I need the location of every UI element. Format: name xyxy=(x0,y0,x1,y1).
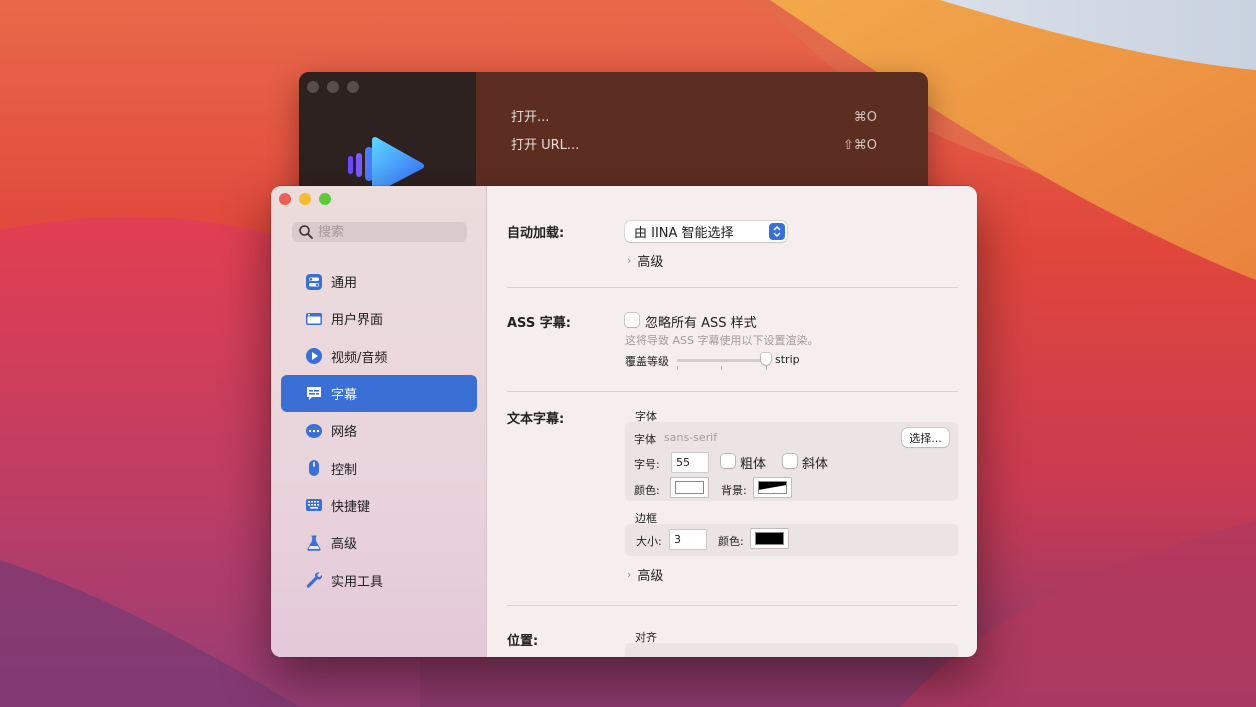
sidebar-item-label: 视频/音频 xyxy=(331,350,388,366)
menu-item-label: 打开 URL... xyxy=(511,138,580,153)
preferences-sidebar: 通用 用户界面 视频/音频 xyxy=(271,186,487,657)
text-subtitles-label: 文本字幕: xyxy=(507,412,565,427)
font-value: sans-serif xyxy=(664,431,718,444)
sidebar-item-subtitles[interactable]: 字幕 xyxy=(281,374,477,413)
border-color-label: 颜色: xyxy=(718,535,744,548)
close-window-button[interactable] xyxy=(307,81,319,93)
sidebar-item-label: 快捷键 xyxy=(331,499,371,515)
sidebar-item-label: 实用工具 xyxy=(331,574,384,590)
sidebar-item-general[interactable]: 通用 xyxy=(281,263,477,300)
mouse-icon xyxy=(309,460,319,477)
color-swatch-transparent-black xyxy=(758,481,787,494)
choose-font-button[interactable]: 选择... xyxy=(902,428,949,447)
zoom-window-button[interactable] xyxy=(347,81,359,93)
search-field[interactable] xyxy=(292,222,467,242)
font-color-well[interactable] xyxy=(671,478,708,497)
slider-tick xyxy=(721,366,722,370)
font-label: 字体 xyxy=(634,433,656,446)
align-group xyxy=(625,643,958,657)
slider-tick xyxy=(677,366,678,370)
font-color-label: 颜色: xyxy=(634,484,660,497)
sidebar-item-ui[interactable]: 用户界面 xyxy=(281,300,477,337)
sidebar-item-video-audio[interactable]: 视频/音频 xyxy=(281,338,477,375)
chevron-right-icon: › xyxy=(627,568,632,581)
background-color-label: 背景: xyxy=(721,484,747,497)
autoload-label: 自动加载: xyxy=(507,226,565,241)
bold-checkbox[interactable] xyxy=(721,454,735,468)
font-size-field[interactable] xyxy=(672,453,708,472)
ass-note: 这将导致 ASS 字幕使用以下设置渲染。 xyxy=(625,334,819,347)
text-advanced-disclosure[interactable]: › 高级 xyxy=(627,565,663,584)
chevron-updown-icon xyxy=(769,223,785,240)
ass-label: ASS 字幕: xyxy=(507,316,571,331)
iina-logo-icon xyxy=(348,137,424,193)
sidebar-item-label: 字幕 xyxy=(331,388,358,404)
slider-tick xyxy=(766,366,767,370)
autoload-select[interactable]: 由 IINA 智能选择 xyxy=(625,221,787,242)
preferences-nav: 通用 用户界面 视频/音频 字幕 网络 控制 快捷键 高级 实用工具 xyxy=(281,263,477,599)
divider xyxy=(507,391,958,392)
sidebar-item-control[interactable]: 控制 xyxy=(281,449,477,486)
toggles-icon xyxy=(306,273,322,290)
menu-item-label: 打开... xyxy=(511,110,550,125)
close-window-button[interactable] xyxy=(279,193,291,205)
disclosure-label: 高级 xyxy=(637,569,664,584)
keyboard-icon xyxy=(306,499,322,512)
captions-icon xyxy=(307,386,321,400)
divider xyxy=(507,287,958,288)
sidebar-item-network[interactable]: 网络 xyxy=(281,412,477,449)
minimize-window-button[interactable] xyxy=(299,193,311,205)
override-level-value: strip xyxy=(775,353,800,366)
override-level-slider[interactable] xyxy=(677,359,767,362)
disclosure-label: 高级 xyxy=(637,255,664,270)
sidebar-item-shortcuts[interactable]: 快捷键 xyxy=(281,487,477,524)
autoload-advanced-disclosure[interactable]: › 高级 xyxy=(627,251,663,270)
preferences-window: 通用 用户界面 视频/音频 xyxy=(271,186,977,657)
sidebar-item-label: 高级 xyxy=(331,537,358,553)
position-label: 位置: xyxy=(507,634,539,649)
sidebar-item-label: 控制 xyxy=(331,462,358,478)
open-url-item[interactable]: 打开 URL... ⇧⌘O xyxy=(511,136,877,164)
window-controls-inactive xyxy=(307,81,359,93)
flask-icon xyxy=(307,535,321,551)
window-icon xyxy=(306,312,322,325)
border-color-well[interactable] xyxy=(751,529,788,548)
font-size-label: 字号: xyxy=(634,458,660,471)
color-swatch-white xyxy=(675,481,704,494)
minimize-window-button[interactable] xyxy=(327,81,339,93)
subtitles-settings-pane: 自动加载: 由 IINA 智能选择 › 高级 ASS 字幕: 忽略所有 ASS … xyxy=(487,186,977,657)
italic-label: 斜体 xyxy=(802,457,829,472)
sidebar-item-label: 用户界面 xyxy=(331,313,384,329)
welcome-menu: 打开... ⌘O 打开 URL... ⇧⌘O xyxy=(511,108,877,164)
open-file-item[interactable]: 打开... ⌘O xyxy=(511,108,877,136)
chevron-right-icon: › xyxy=(627,254,632,267)
ignore-ass-checkbox[interactable] xyxy=(625,313,639,327)
border-size-field[interactable] xyxy=(670,530,706,549)
autoload-value: 由 IINA 智能选择 xyxy=(634,226,734,241)
sidebar-item-label: 通用 xyxy=(331,276,358,292)
ignore-ass-label: 忽略所有 ASS 样式 xyxy=(645,316,757,331)
zoom-window-button[interactable] xyxy=(319,193,331,205)
sidebar-item-label: 网络 xyxy=(331,425,358,441)
sidebar-item-utilities[interactable]: 实用工具 xyxy=(281,561,477,598)
shortcut-label: ⇧⌘O xyxy=(842,138,877,153)
bold-label: 粗体 xyxy=(740,457,767,472)
search-input[interactable] xyxy=(318,224,458,240)
divider xyxy=(507,605,958,606)
sidebar-item-advanced[interactable]: 高级 xyxy=(281,524,477,561)
shortcut-label: ⌘O xyxy=(853,110,877,125)
border-size-label: 大小: xyxy=(636,535,662,548)
italic-checkbox[interactable] xyxy=(783,454,797,468)
network-icon xyxy=(306,423,322,438)
color-swatch-black xyxy=(755,532,784,545)
search-icon xyxy=(299,225,313,239)
slider-knob[interactable] xyxy=(761,353,771,365)
override-level-label: 覆盖等级 xyxy=(625,355,669,368)
window-controls xyxy=(279,193,331,205)
background-color-well[interactable] xyxy=(754,478,791,497)
wrench-icon xyxy=(306,572,323,588)
play-circle-icon xyxy=(306,348,322,365)
